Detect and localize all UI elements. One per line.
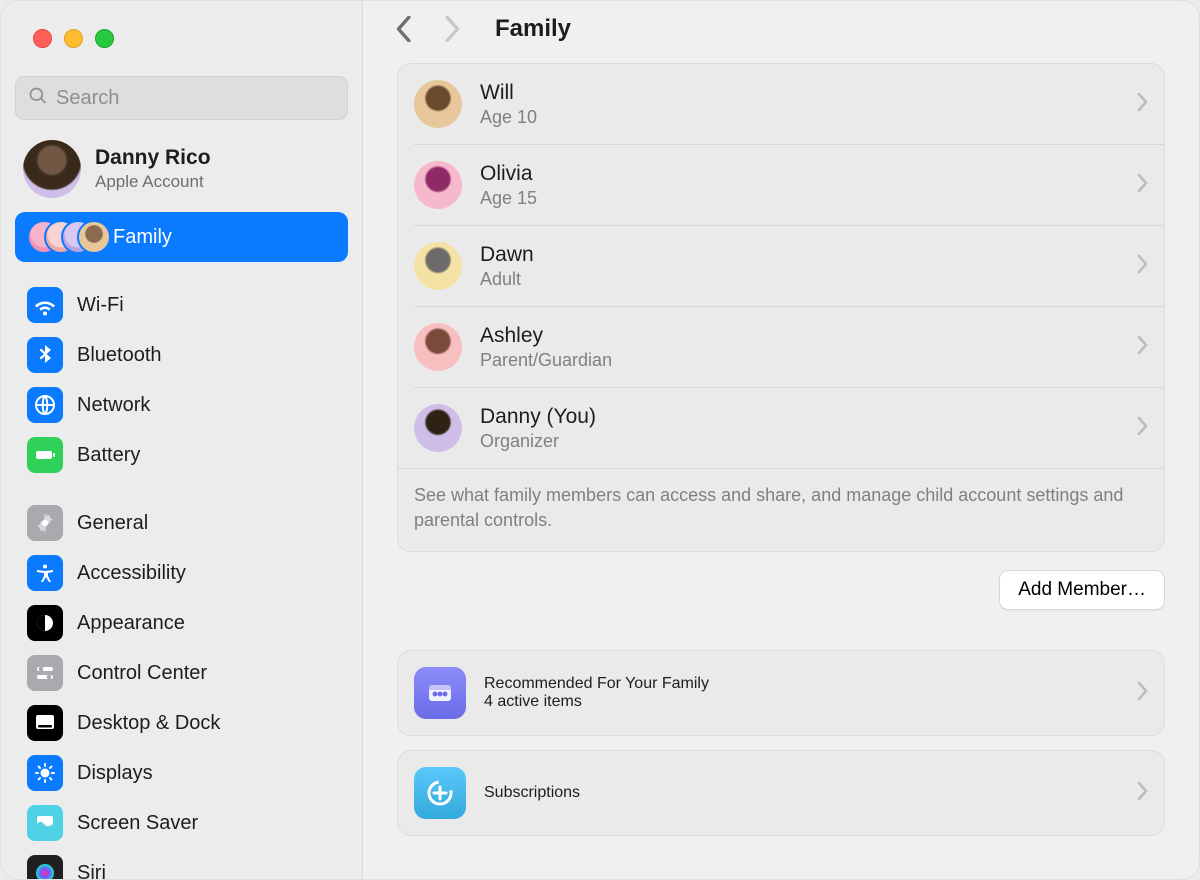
sidebar-item-label: Siri — [77, 862, 106, 880]
member-detail: Age 15 — [480, 188, 537, 209]
sidebar-item-displays[interactable]: Displays — [15, 748, 348, 798]
subscriptions-card[interactable]: Subscriptions — [397, 750, 1165, 836]
back-button[interactable] — [391, 15, 419, 43]
close-window-button[interactable] — [33, 29, 52, 48]
sidebar-item-label: Desktop & Dock — [77, 712, 220, 735]
chevron-right-icon — [1136, 781, 1148, 806]
sidebar-item-accessibility[interactable]: Accessibility — [15, 548, 348, 598]
sidebar: Danny Rico Apple Account Family Wi-Fi Blu… — [1, 1, 363, 879]
sidebar-item-battery[interactable]: Battery — [15, 430, 348, 480]
member-detail: Organizer — [480, 431, 596, 452]
displays-icon — [27, 755, 63, 791]
forward-button[interactable] — [437, 15, 465, 43]
sidebar-item-label: Displays — [77, 762, 153, 785]
sidebar-item-general[interactable]: General — [15, 498, 348, 548]
sidebar-item-family[interactable]: Family — [15, 212, 348, 262]
sidebar-item-label: Battery — [77, 444, 140, 467]
recommended-card[interactable]: Recommended For Your Family 4 active ite… — [397, 650, 1165, 736]
wifi-icon — [27, 287, 63, 323]
chevron-right-icon — [1136, 92, 1148, 117]
battery-icon — [27, 437, 63, 473]
search-icon — [28, 86, 48, 111]
sidebar-item-label: Screen Saver — [77, 812, 198, 835]
sidebar-item-desktop-dock[interactable]: Desktop & Dock — [15, 698, 348, 748]
family-access-note: See what family members can access and s… — [398, 468, 1164, 551]
member-detail: Parent/Guardian — [480, 350, 612, 371]
family-member-row[interactable]: WillAge 10 — [414, 64, 1164, 145]
siri-icon — [27, 855, 63, 879]
add-member-button[interactable]: Add Member… — [999, 570, 1165, 610]
member-avatar — [414, 323, 462, 371]
sidebar-item-label: General — [77, 512, 148, 535]
main-content: Family WillAge 10OliviaAge 15DawnAdultAs… — [363, 1, 1199, 879]
dock-icon — [27, 705, 63, 741]
sidebar-item-label: Wi-Fi — [77, 294, 124, 317]
window-controls — [15, 1, 348, 60]
search-field[interactable] — [15, 76, 348, 120]
member-name: Will — [480, 81, 537, 105]
chevron-right-icon — [1136, 335, 1148, 360]
appearance-icon — [27, 605, 63, 641]
member-name: Dawn — [480, 243, 534, 267]
account-avatar — [23, 140, 81, 198]
subscriptions-title: Subscriptions — [484, 784, 580, 802]
recommended-icon — [414, 667, 466, 719]
member-avatar — [414, 80, 462, 128]
account-name: Danny Rico — [95, 146, 211, 170]
accessibility-icon — [27, 555, 63, 591]
member-name: Ashley — [480, 324, 612, 348]
sidebar-item-bluetooth[interactable]: Bluetooth — [15, 330, 348, 380]
chevron-right-icon — [1136, 254, 1148, 279]
sidebar-item-label: Bluetooth — [77, 344, 162, 367]
sidebar-item-wi-fi[interactable]: Wi-Fi — [15, 280, 348, 330]
family-member-row[interactable]: DawnAdult — [414, 226, 1164, 307]
member-name: Danny (You) — [480, 405, 596, 429]
switches-icon — [27, 655, 63, 691]
settings-window: Danny Rico Apple Account Family Wi-Fi Blu… — [1, 1, 1199, 879]
chevron-right-icon — [1136, 173, 1148, 198]
network-icon — [27, 387, 63, 423]
sidebar-item-control-center[interactable]: Control Center — [15, 648, 348, 698]
recommended-title: Recommended For Your Family — [484, 675, 709, 693]
member-detail: Adult — [480, 269, 534, 290]
family-member-row[interactable]: Danny (You)Organizer — [414, 388, 1164, 468]
member-avatar — [414, 161, 462, 209]
family-members-card: WillAge 10OliviaAge 15DawnAdultAshleyPar… — [397, 63, 1165, 552]
minimize-window-button[interactable] — [64, 29, 83, 48]
account-role: Apple Account — [95, 172, 211, 192]
sidebar-item-appearance[interactable]: Appearance — [15, 598, 348, 648]
search-input[interactable] — [56, 87, 335, 110]
member-name: Olivia — [480, 162, 537, 186]
sidebar-item-network[interactable]: Network — [15, 380, 348, 430]
page-title: Family — [495, 15, 571, 43]
sidebar-item-label: Accessibility — [77, 562, 186, 585]
subscriptions-icon — [414, 767, 466, 819]
sidebar-item-label: Family — [113, 226, 172, 249]
screensaver-icon — [27, 805, 63, 841]
chevron-right-icon — [1136, 416, 1148, 441]
sidebar-item-screen-saver[interactable]: Screen Saver — [15, 798, 348, 848]
member-avatar — [414, 404, 462, 452]
sidebar-item-label: Control Center — [77, 662, 207, 685]
family-avatars-icon — [27, 219, 99, 255]
bluetooth-icon — [27, 337, 63, 373]
zoom-window-button[interactable] — [95, 29, 114, 48]
member-avatar — [414, 242, 462, 290]
recommended-subtitle: 4 active items — [484, 693, 709, 711]
sidebar-item-label: Appearance — [77, 612, 185, 635]
chevron-right-icon — [1136, 681, 1148, 706]
family-member-row[interactable]: OliviaAge 15 — [414, 145, 1164, 226]
gear-icon — [27, 505, 63, 541]
member-detail: Age 10 — [480, 107, 537, 128]
sidebar-item-label: Network — [77, 394, 150, 417]
family-member-row[interactable]: AshleyParent/Guardian — [414, 307, 1164, 388]
titlebar: Family — [363, 1, 1199, 59]
account-row[interactable]: Danny Rico Apple Account — [15, 132, 348, 212]
sidebar-item-siri[interactable]: Siri — [15, 848, 348, 879]
